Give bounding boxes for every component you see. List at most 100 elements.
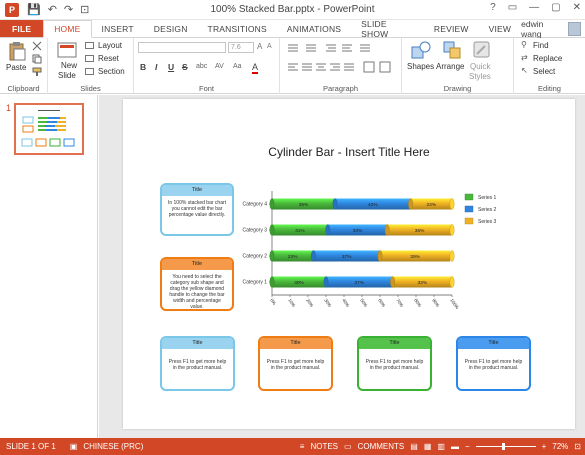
editing-group-label: Editing bbox=[538, 84, 561, 93]
chart-category-label: Category 4 bbox=[243, 202, 268, 208]
quick-access-toolbar: 💾 ↶ ↷ ⊡ bbox=[27, 3, 89, 16]
undo-icon[interactable]: ↶ bbox=[48, 3, 57, 16]
chart-data-label: 30% bbox=[294, 280, 304, 286]
redo-icon[interactable]: ↷ bbox=[64, 3, 73, 16]
chart-bar-cap bbox=[325, 224, 331, 236]
close-icon[interactable]: ✕ bbox=[573, 2, 581, 13]
italic-button[interactable]: I bbox=[155, 62, 157, 72]
bold-button[interactable]: B bbox=[140, 62, 146, 72]
cut-icon[interactable] bbox=[32, 41, 42, 51]
chart-bar-end-cap bbox=[449, 224, 455, 236]
new-slide-button[interactable]: New bbox=[61, 61, 77, 70]
font-name-dropdown[interactable] bbox=[138, 42, 226, 53]
character-spacing-button[interactable]: AV bbox=[215, 63, 224, 70]
layout-button[interactable]: Layout bbox=[98, 41, 122, 50]
notes-button[interactable]: NOTES bbox=[310, 442, 338, 451]
tab-file[interactable]: FILE bbox=[0, 20, 44, 37]
save-icon[interactable]: 💾 bbox=[27, 3, 41, 16]
slide-canvas[interactable]: Cylinder Bar - Insert Title Here Title I… bbox=[123, 99, 575, 429]
language-indicator[interactable]: CHINESE (PRC) bbox=[83, 442, 143, 451]
paste-icon[interactable] bbox=[8, 41, 26, 61]
powerpoint-app-icon: P bbox=[5, 2, 19, 17]
help-icon[interactable]: ? bbox=[490, 2, 496, 13]
format-painter-icon[interactable] bbox=[32, 67, 42, 77]
section-button[interactable]: Section bbox=[98, 67, 125, 76]
quick-styles-icon[interactable] bbox=[472, 40, 492, 60]
notes-icon: ≡ bbox=[299, 442, 305, 451]
reading-view-icon[interactable]: ▥ bbox=[437, 442, 445, 451]
maximize-icon[interactable]: ▢ bbox=[551, 2, 560, 13]
font-group-label: Font bbox=[198, 84, 214, 93]
select-button[interactable]: Select bbox=[533, 67, 555, 76]
tab-design[interactable]: DESIGN bbox=[144, 20, 198, 37]
shrink-font-icon[interactable]: A bbox=[267, 43, 272, 50]
slide-sorter-icon[interactable]: ▦ bbox=[424, 442, 432, 451]
paragraph-tools-icons[interactable] bbox=[286, 42, 396, 78]
ribbon-display-icon[interactable]: ▭ bbox=[508, 2, 517, 13]
zoom-slider[interactable] bbox=[475, 443, 536, 450]
minimize-icon[interactable]: — bbox=[529, 2, 539, 13]
arrange-button[interactable]: Arrange bbox=[436, 62, 464, 71]
chart-legend-label: Series 2 bbox=[478, 207, 497, 213]
tab-insert[interactable]: INSERT bbox=[92, 20, 144, 37]
new-slide-button-line2[interactable]: Slide bbox=[58, 71, 76, 80]
quick-styles-button[interactable]: Quick bbox=[470, 62, 490, 71]
find-button[interactable]: Find bbox=[533, 41, 549, 50]
font-size-dropdown[interactable]: 7.6 bbox=[228, 42, 254, 53]
chart-bar-end-cap bbox=[449, 198, 455, 210]
shapes-button[interactable]: Shapes bbox=[407, 62, 434, 71]
callout-5-title: Title bbox=[359, 338, 430, 349]
tab-review[interactable]: REVIEW bbox=[424, 20, 479, 37]
paste-button[interactable]: Paste bbox=[6, 63, 26, 72]
slide-count: SLIDE 1 OF 1 bbox=[6, 442, 56, 451]
replace-button[interactable]: Replace bbox=[533, 54, 562, 63]
tab-home[interactable]: HOME bbox=[43, 20, 92, 38]
chart-data-label: 36% bbox=[415, 228, 425, 234]
slide-thumbnail[interactable] bbox=[14, 103, 84, 155]
zoom-level[interactable]: 72% bbox=[552, 442, 568, 451]
cylinder-bar-chart[interactable]: 0% 10% 20% 30% 40% 50% 60% 70% 80% 90% 100% Categor… bbox=[123, 99, 575, 329]
tab-slide-show[interactable]: SLIDE SHOW bbox=[351, 19, 424, 39]
fit-slide-icon[interactable]: ⊡ bbox=[574, 442, 581, 451]
tab-animations[interactable]: ANIMATIONS bbox=[277, 20, 351, 37]
chart-bar-end-cap bbox=[449, 250, 455, 262]
callout-5[interactable]: Title Press F1 to get more help in the p… bbox=[357, 336, 432, 391]
quick-styles-button-line2[interactable]: Styles bbox=[469, 72, 491, 81]
start-slideshow-icon[interactable]: ⊡ bbox=[80, 3, 89, 16]
chart-legend-label: Series 3 bbox=[478, 219, 497, 225]
clipboard-group-label: Clipboard bbox=[7, 84, 40, 93]
comments-icon: ▭ bbox=[344, 442, 352, 451]
font-color-button[interactable]: A bbox=[252, 62, 259, 74]
status-bar: SLIDE 1 OF 1 ▣ CHINESE (PRC) ≡ NOTES ▭ C… bbox=[0, 438, 585, 455]
callout-4-title: Title bbox=[260, 338, 331, 349]
section-icon bbox=[85, 68, 94, 75]
text-shadow-button[interactable]: abc bbox=[196, 63, 207, 70]
grow-font-icon[interactable]: A bbox=[257, 42, 262, 51]
zoom-out-icon[interactable]: − bbox=[465, 442, 470, 451]
chart-data-label: 33% bbox=[353, 228, 363, 234]
callout-4[interactable]: Title Press F1 to get more help in the p… bbox=[258, 336, 333, 391]
zoom-in-icon[interactable]: + bbox=[542, 442, 547, 451]
normal-view-icon[interactable]: ▤ bbox=[410, 442, 418, 451]
arrange-icon[interactable] bbox=[442, 40, 462, 60]
copy-icon[interactable] bbox=[32, 54, 42, 64]
new-slide-icon[interactable] bbox=[57, 41, 77, 59]
comments-button[interactable]: COMMENTS bbox=[358, 442, 405, 451]
underline-button[interactable]: U bbox=[168, 62, 174, 72]
slideshow-view-icon[interactable]: ▬ bbox=[451, 442, 459, 451]
shapes-icon[interactable] bbox=[410, 40, 432, 60]
callout-6[interactable]: Title Press F1 to get more help in the p… bbox=[456, 336, 531, 391]
tab-view[interactable]: VIEW bbox=[479, 20, 522, 37]
chart-data-label: 33% bbox=[417, 280, 427, 286]
chart-bar-cap bbox=[332, 198, 338, 210]
change-case-button[interactable]: Aa bbox=[233, 63, 242, 70]
user-account[interactable]: edwin wang bbox=[521, 19, 585, 39]
callout-3[interactable]: Title Press F1 to get more help in the p… bbox=[160, 336, 235, 391]
callout-3-title: Title bbox=[162, 338, 233, 349]
strikethrough-button[interactable]: S bbox=[182, 62, 188, 72]
chart-x-tick-label: 20% bbox=[305, 298, 314, 308]
zoom-slider-knob[interactable] bbox=[501, 443, 505, 450]
reset-button[interactable]: Reset bbox=[98, 54, 119, 63]
spellcheck-icon[interactable]: ▣ bbox=[70, 442, 78, 451]
tab-transitions[interactable]: TRANSITIONS bbox=[198, 20, 277, 37]
